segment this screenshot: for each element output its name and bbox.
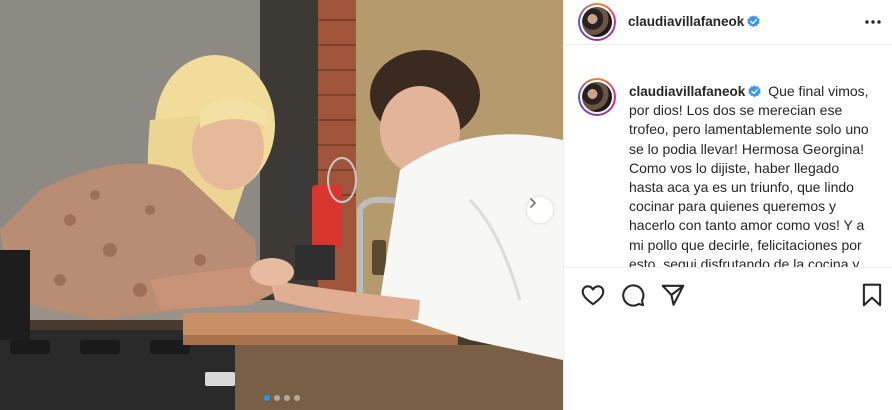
photo-scene [0,0,563,410]
like-button[interactable] [580,282,606,308]
more-horizontal-icon [865,20,881,24]
share-button[interactable] [660,282,686,308]
carousel-dot [263,395,270,401]
carousel-next-button[interactable] [527,197,553,223]
paper-plane-icon [661,284,685,306]
caption-avatar[interactable] [578,78,616,116]
profile-picture [582,82,612,112]
chevron-right-icon [530,198,536,208]
username-text[interactable]: claudiavillafaneok [628,14,744,29]
comment-button[interactable] [620,282,646,308]
carousel-dot [273,395,280,401]
caption-body: Que final vimos, por dios! Los dos se me… [629,83,869,268]
carousel-dot [283,395,290,401]
profile-picture [582,7,612,37]
username-text[interactable]: claudiavillafaneok [629,84,745,99]
post-side-panel: claudiavillafaneok claudiavillafaneok Qu… [563,0,892,410]
heart-icon [581,285,605,306]
caption-username[interactable]: claudiavillafaneok [629,84,761,99]
header-username[interactable]: claudiavillafaneok [628,14,760,29]
post-photo[interactable] [0,0,563,410]
post-header: claudiavillafaneok [564,0,892,45]
verified-badge-icon [748,85,761,98]
save-button[interactable] [859,282,885,308]
post-caption: claudiavillafaneok Que final vimos, por … [564,66,892,268]
caption-text: claudiavillafaneok Que final vimos, por … [629,82,877,268]
comment-bubble-icon [622,284,645,307]
carousel-indicator [0,395,563,401]
verified-badge-icon [747,15,760,28]
post-actions [564,278,892,310]
more-options-button[interactable] [863,12,883,32]
bookmark-icon [862,283,882,307]
carousel-dot [293,395,300,401]
avatar[interactable] [578,3,616,41]
